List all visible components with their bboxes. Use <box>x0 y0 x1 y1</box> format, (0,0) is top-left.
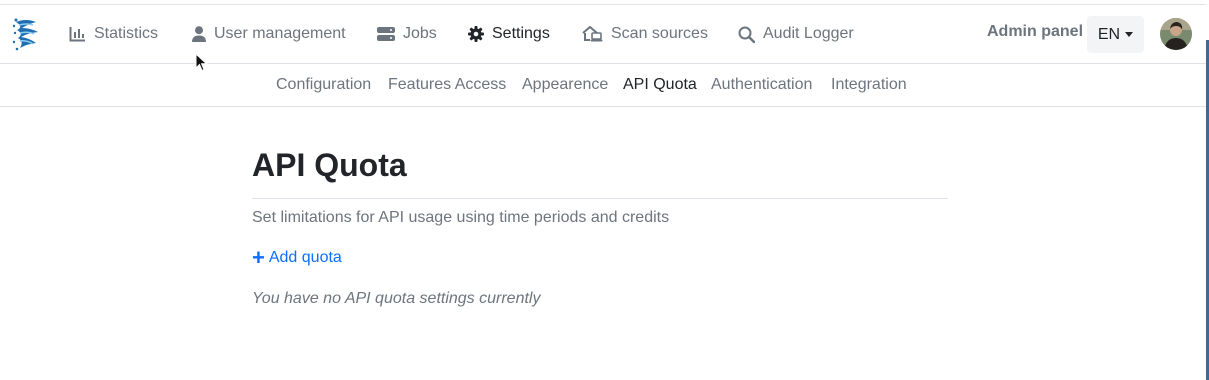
app-logo[interactable] <box>12 16 42 52</box>
subnav-item-api-quota[interactable]: API Quota <box>623 76 697 94</box>
page-description: Set limitations for API usage using time… <box>252 209 670 226</box>
server-icon <box>377 27 395 41</box>
nav-item-scan-sources[interactable]: Scan sources <box>582 22 708 46</box>
language-label: EN <box>1097 25 1121 43</box>
add-quota-button[interactable]: + Add quota <box>252 245 352 270</box>
logo-icon <box>12 18 38 51</box>
nav-item-label: Settings <box>492 25 550 42</box>
nav-item-label: Audit Logger <box>763 25 854 42</box>
subnav-item-features-access[interactable]: Features Access <box>388 76 506 94</box>
nav-item-label: Statistics <box>94 25 159 42</box>
settings-subnav: Configuration Features Access Appearence… <box>0 64 1206 107</box>
search-icon <box>738 26 755 43</box>
subnav-item-integration[interactable]: Integration <box>831 76 907 94</box>
subnav-item-configuration[interactable]: Configuration <box>276 76 371 94</box>
top-navbar: Statistics User management Jobs Settings… <box>0 5 1206 64</box>
chart-line-icon <box>69 27 85 42</box>
admin-panel-label: Admin panel <box>987 23 1084 40</box>
api-quota-section: API Quota Set limitations for API usage … <box>252 146 948 308</box>
plus-icon: + <box>252 245 265 270</box>
nav-item-statistics[interactable]: Statistics <box>69 22 158 46</box>
page-title: API Quota <box>252 146 948 199</box>
house-laptop-icon <box>582 26 603 42</box>
nav-item-label: Scan sources <box>611 25 708 42</box>
nav-item-label: User management <box>214 25 346 42</box>
subnav-item-authentication[interactable]: Authentication <box>711 76 812 94</box>
empty-state-message: You have no API quota settings currently <box>252 290 541 307</box>
nav-item-jobs[interactable]: Jobs <box>377 22 437 46</box>
avatar-image <box>1160 18 1192 50</box>
user-icon <box>192 26 206 42</box>
add-quota-label: Add quota <box>268 249 342 266</box>
nav-item-audit-logger[interactable]: Audit Logger <box>738 22 854 46</box>
nav-item-settings[interactable]: Settings <box>468 22 550 46</box>
subnav-item-appearence[interactable]: Appearence <box>522 76 608 94</box>
gear-icon <box>468 26 484 42</box>
avatar[interactable] <box>1160 18 1192 50</box>
nav-item-label: Jobs <box>403 25 437 42</box>
nav-item-user-management[interactable]: User management <box>192 22 346 46</box>
caret-down-icon <box>1125 32 1134 37</box>
language-dropdown[interactable]: EN <box>1087 16 1144 53</box>
